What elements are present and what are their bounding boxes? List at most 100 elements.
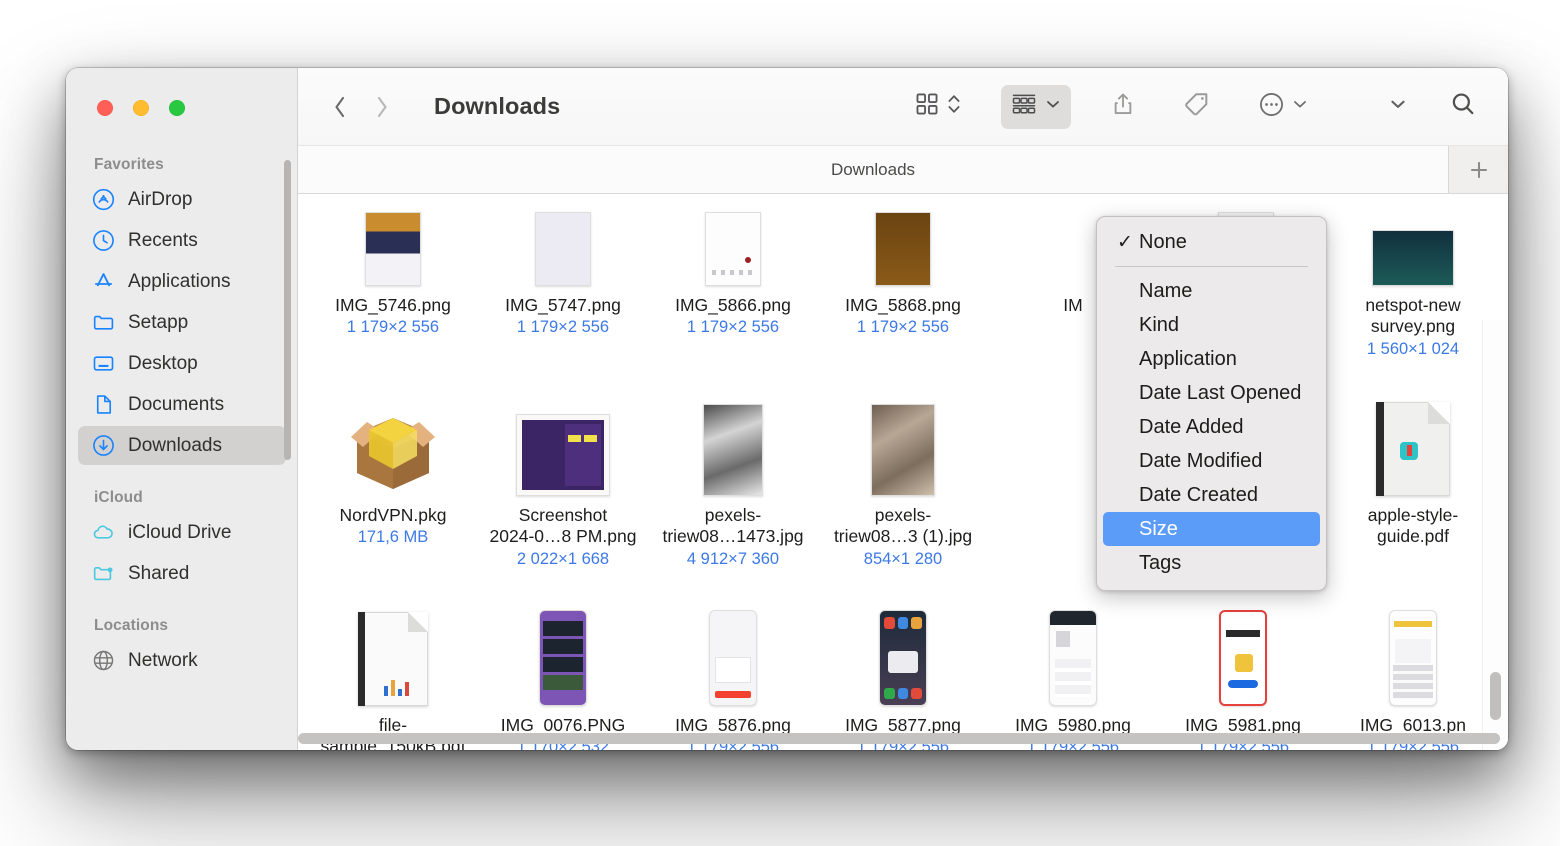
- sidebar-item-documents[interactable]: Documents: [78, 385, 286, 424]
- sidebar-item-downloads[interactable]: Downloads: [78, 426, 286, 465]
- file-meta: 171,6 MB: [357, 528, 429, 547]
- more-actions-button[interactable]: [1249, 85, 1318, 129]
- group-by-icon: [1010, 91, 1038, 122]
- back-button[interactable]: [330, 92, 350, 122]
- window-controls: [97, 100, 185, 116]
- view-mode-button[interactable]: [905, 85, 971, 129]
- file-item[interactable]: IMG_5981.png 1 179×2 556: [1158, 580, 1328, 750]
- file-thumbnail: [535, 194, 591, 286]
- package-icon: [351, 418, 435, 489]
- share-button[interactable]: [1101, 85, 1145, 129]
- sidebar-group-locations: Locations Network: [66, 617, 298, 680]
- sidebar-item-applications[interactable]: Applications: [78, 262, 286, 301]
- menu-item-none[interactable]: ✓ None: [1103, 225, 1320, 259]
- menu-item-label: Application: [1139, 347, 1237, 370]
- sidebar-item-network[interactable]: Network: [78, 641, 286, 680]
- toolbar-overflow-button[interactable]: [1378, 85, 1418, 129]
- file-thumbnail: [705, 194, 761, 286]
- file-thumbnail: [337, 374, 449, 496]
- zoom-button[interactable]: [169, 100, 185, 116]
- file-item[interactable]: NordVPN.pkg 171,6 MB: [308, 370, 478, 580]
- chevron-down-icon: [1044, 95, 1062, 118]
- sidebar-item-icloud-drive[interactable]: iCloud Drive: [78, 513, 286, 552]
- menu-item-label: Name: [1139, 279, 1193, 302]
- sidebar: Favorites AirDrop Recents Applications S…: [66, 68, 298, 750]
- sidebar-item-shared[interactable]: Shared: [78, 554, 286, 593]
- sidebar-scroll: Favorites AirDrop Recents Applications S…: [66, 156, 298, 750]
- grid-view-icon: [914, 91, 940, 122]
- file-item[interactable]: IMG_5746.png 1 179×2 556: [308, 194, 478, 370]
- sidebar-item-airdrop[interactable]: AirDrop: [78, 180, 286, 219]
- menu-item-application[interactable]: Application: [1103, 342, 1320, 376]
- sidebar-item-label: Network: [128, 649, 198, 671]
- group-by-button[interactable]: [1001, 84, 1071, 129]
- file-name: IMG_5746.png: [335, 295, 451, 315]
- sidebar-item-label: Setapp: [128, 311, 189, 333]
- file-item[interactable]: Screenshot 2024-0…8 PM.png 2 022×1 668: [478, 370, 648, 580]
- menu-item-kind[interactable]: Kind: [1103, 308, 1320, 342]
- menu-item-name[interactable]: Name: [1103, 274, 1320, 308]
- file-meta: 854×1 280: [863, 549, 943, 568]
- menu-item-date-added[interactable]: Date Added: [1103, 410, 1320, 444]
- file-item[interactable]: IMG_5980.png 1 179×2 556: [988, 580, 1158, 750]
- new-tab-button[interactable]: [1448, 146, 1508, 193]
- menu-item-date-modified[interactable]: Date Modified: [1103, 444, 1320, 478]
- search-icon: [1449, 90, 1477, 123]
- menu-item-size[interactable]: Size: [1103, 512, 1320, 546]
- file-item[interactable]: pexels- triew08…1473.jpg 4 912×7 360: [648, 370, 818, 580]
- file-item[interactable]: pexels- triew08…3 (1).jpg 854×1 280: [818, 370, 988, 580]
- up-down-stepper-icon[interactable]: [946, 91, 962, 122]
- tab-downloads[interactable]: Downloads: [298, 146, 1448, 193]
- file-thumbnail: [1219, 584, 1267, 706]
- sidebar-group-title: iCloud: [94, 489, 143, 506]
- tag-button[interactable]: [1175, 85, 1219, 129]
- sidebar-item-label: Documents: [128, 393, 225, 415]
- folder-icon: [92, 311, 115, 334]
- close-button[interactable]: [97, 100, 113, 116]
- sidebar-item-setapp[interactable]: Setapp: [78, 303, 286, 342]
- file-item[interactable]: IMG_5747.png 1 179×2 556: [478, 194, 648, 370]
- menu-item-date-last-opened[interactable]: Date Last Opened: [1103, 376, 1320, 410]
- file-item[interactable]: IMG_6013.pn 1 179×2 556: [1328, 580, 1498, 750]
- file-thumbnail: [703, 374, 763, 496]
- file-item[interactable]: netspot-new survey.png 1 560×1 024: [1328, 194, 1498, 370]
- sidebar-item-label: Recents: [128, 229, 198, 251]
- menu-item-label: Size: [1139, 517, 1178, 540]
- file-thumbnail: [879, 584, 927, 706]
- file-item[interactable]: file- sample_150kB.pdf: [308, 580, 478, 750]
- file-item[interactable]: apple-style- guide.pdf: [1328, 370, 1498, 580]
- sidebar-item-desktop[interactable]: Desktop: [78, 344, 286, 383]
- file-item[interactable]: IMG_0076.PNG 1 170×2 532: [478, 580, 648, 750]
- minimize-button[interactable]: [133, 100, 149, 116]
- horizontal-scrollbar[interactable]: [298, 733, 1500, 744]
- share-icon: [1110, 91, 1136, 122]
- menu-item-tags[interactable]: Tags: [1103, 546, 1320, 580]
- file-item[interactable]: IMG_5877.png 1 179×2 556: [818, 580, 988, 750]
- sidebar-scrollbar[interactable]: [284, 160, 291, 460]
- file-item[interactable]: IMG_5868.png 1 179×2 556: [818, 194, 988, 370]
- tab-label: Downloads: [830, 159, 916, 179]
- toolbar: Downloads: [298, 68, 1508, 146]
- sidebar-group-title: Locations: [94, 617, 169, 634]
- search-button[interactable]: [1440, 85, 1486, 129]
- ellipsis-circle-icon: [1258, 91, 1285, 123]
- file-name: IM: [1063, 295, 1083, 315]
- tag-icon: [1183, 90, 1211, 123]
- sidebar-item-label: Desktop: [128, 352, 198, 374]
- document-icon: [92, 393, 115, 416]
- sidebar-item-recents[interactable]: Recents: [78, 221, 286, 260]
- file-item[interactable]: IMG_5866.png 1 179×2 556: [648, 194, 818, 370]
- file-name: pexels- triew08…3 (1).jpg: [833, 505, 973, 547]
- vertical-scrollbar-thumb[interactable]: [1490, 672, 1501, 720]
- shared-folder-icon: [92, 562, 115, 585]
- file-thumbnail: [516, 374, 610, 496]
- file-meta: 1 179×2 556: [686, 318, 780, 337]
- file-name: apple-style- guide.pdf: [1367, 505, 1459, 547]
- file-name: IMG_5868.png: [845, 295, 961, 315]
- file-item[interactable]: IMG_5876.png 1 179×2 556: [648, 580, 818, 750]
- globe-icon: [92, 649, 115, 672]
- menu-item-date-created[interactable]: Date Created: [1103, 478, 1320, 512]
- airdrop-icon: [92, 188, 115, 211]
- forward-button[interactable]: [372, 92, 392, 122]
- downloads-arrow-icon: [92, 434, 115, 457]
